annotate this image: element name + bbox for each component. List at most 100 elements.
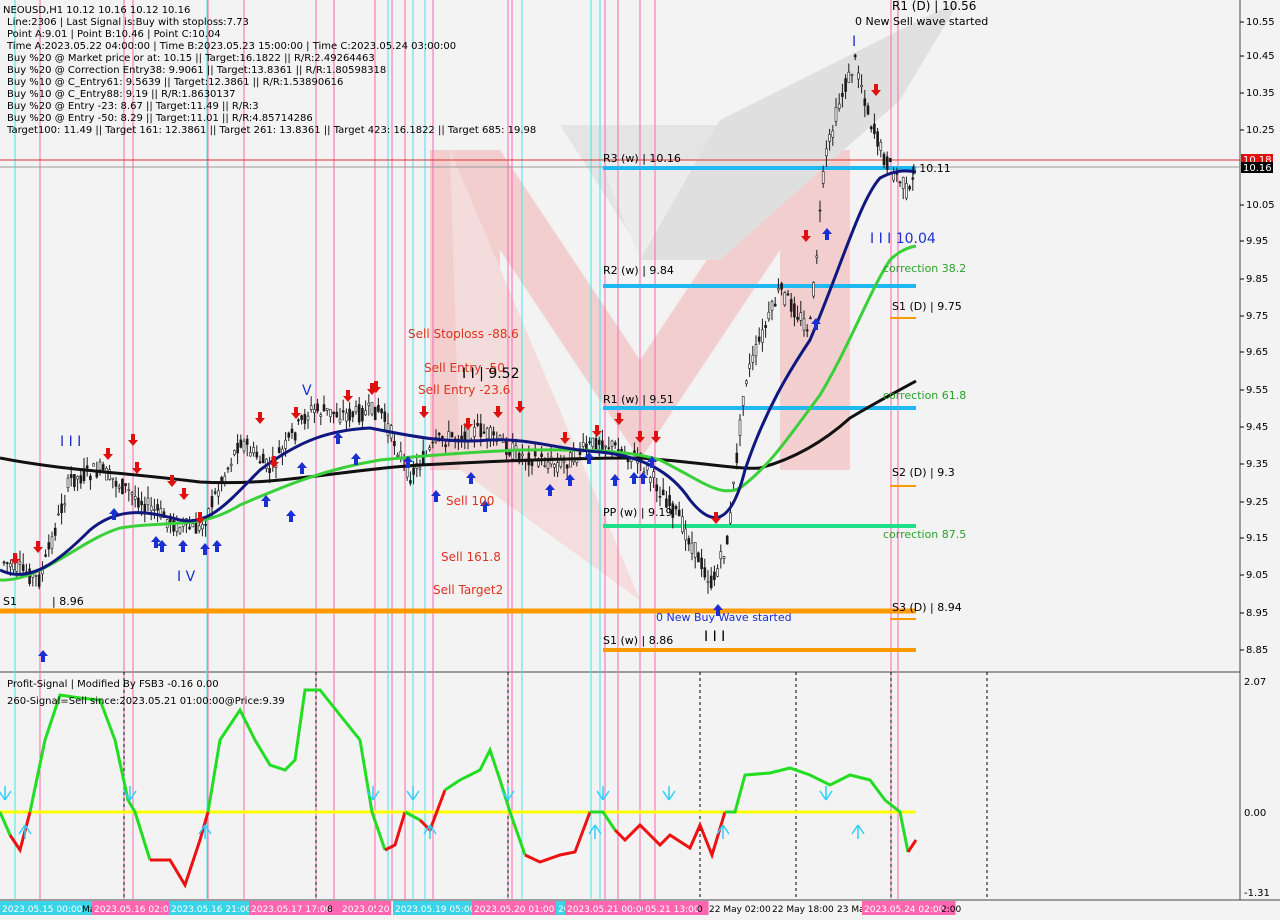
candle-body bbox=[239, 439, 243, 448]
candle-body bbox=[761, 329, 764, 343]
candle-body bbox=[652, 471, 655, 478]
candle-body bbox=[53, 527, 57, 536]
candle-body bbox=[2, 561, 6, 564]
candle-body bbox=[236, 442, 239, 454]
candle-body bbox=[649, 477, 652, 483]
candle-body bbox=[485, 428, 489, 439]
info-line: Buy %10 @ C_Entry88: 9.19 || R/R:1.86301… bbox=[7, 89, 236, 100]
time-label: 2023.05.16 21:00 bbox=[171, 905, 252, 915]
candle-body bbox=[258, 461, 262, 464]
candle-body bbox=[79, 475, 83, 484]
pp-w-label: PP (w) | 9.19 bbox=[603, 506, 673, 519]
time-label: 2023.05.24 02:00 bbox=[864, 905, 945, 915]
candle-body bbox=[658, 496, 662, 498]
candle-body bbox=[44, 554, 47, 557]
price-chart[interactable]: 0 New Sell wave started R1 (D) | 10.56 R… bbox=[0, 0, 1280, 920]
candle-body bbox=[565, 464, 569, 469]
price-label: 9.65 bbox=[1246, 347, 1268, 358]
candle-body bbox=[47, 542, 51, 550]
time-label: 2023.05.17 17:00 bbox=[251, 905, 332, 915]
candle-body bbox=[850, 73, 854, 76]
candle-body bbox=[313, 409, 316, 413]
candle-body bbox=[540, 453, 543, 458]
candle-body bbox=[361, 407, 364, 422]
candle-body bbox=[341, 410, 345, 413]
candle-body bbox=[117, 486, 121, 489]
r3-w-label: R3 (w) | 10.16 bbox=[603, 152, 681, 165]
candle-body bbox=[319, 414, 323, 417]
price-label: 9.25 bbox=[1246, 497, 1268, 508]
candle-body bbox=[34, 575, 38, 577]
candle-body bbox=[377, 405, 380, 412]
candle-body bbox=[101, 464, 105, 471]
candle-body bbox=[357, 404, 361, 423]
candle-body bbox=[245, 438, 249, 445]
candle-body bbox=[92, 463, 95, 467]
candle-body bbox=[329, 409, 332, 417]
price-label: 9.15 bbox=[1246, 533, 1268, 544]
candle-body bbox=[828, 134, 831, 142]
candle-body bbox=[137, 497, 140, 508]
s1-d-label: S1 (D) | 9.75 bbox=[892, 300, 962, 313]
current-price-tag-text: 10.16 bbox=[1243, 163, 1272, 174]
candle-body bbox=[325, 407, 329, 411]
candle-body bbox=[841, 92, 844, 97]
candle-body bbox=[581, 442, 585, 447]
candle-body bbox=[261, 453, 265, 464]
candle-body bbox=[380, 408, 383, 414]
candle-body bbox=[98, 461, 102, 471]
sell-100-label: Sell 100 bbox=[446, 494, 494, 508]
candle-body bbox=[437, 432, 441, 436]
candle-body bbox=[873, 123, 876, 135]
candle-body bbox=[412, 467, 415, 475]
candle-body bbox=[57, 513, 60, 516]
s1-left-label: S1 bbox=[3, 595, 17, 608]
candle-body bbox=[911, 177, 915, 180]
price-label: 9.45 bbox=[1246, 422, 1268, 433]
time-label: 2023.05.19 05:00 bbox=[395, 905, 476, 915]
candle-body bbox=[505, 441, 508, 455]
candle-body bbox=[863, 98, 867, 106]
candle-body bbox=[853, 54, 857, 58]
wave-1-label: I bbox=[852, 34, 856, 50]
candle-body bbox=[815, 255, 819, 259]
candle-body bbox=[284, 439, 287, 449]
info-line: Target100: 11.49 || Target 161: 12.3861 … bbox=[6, 125, 536, 136]
candle-body bbox=[143, 503, 147, 513]
time-label: 0 bbox=[697, 905, 703, 915]
candle-body bbox=[191, 523, 195, 528]
candle-body bbox=[697, 552, 700, 563]
candle-body bbox=[322, 404, 326, 412]
candle-body bbox=[905, 183, 908, 199]
time-label: 05.21 13:00 bbox=[645, 905, 700, 915]
candle-body bbox=[879, 141, 883, 151]
candle-body bbox=[293, 432, 297, 441]
correction-38-label: correction 38.2 bbox=[883, 262, 966, 275]
candle-body bbox=[748, 363, 751, 369]
candle-body bbox=[133, 496, 137, 500]
candle-body bbox=[297, 419, 300, 422]
candle-body bbox=[713, 571, 716, 581]
candle-body bbox=[818, 209, 822, 212]
candle-body bbox=[585, 443, 588, 450]
osc-axis-bottom: -1.31 bbox=[1244, 888, 1270, 899]
candle-body bbox=[802, 318, 806, 331]
s1-w-label: S1 (w) | 8.86 bbox=[603, 634, 673, 647]
info-line: Buy %20 @ Entry -23: 8.67 || Target:11.4… bbox=[7, 101, 259, 112]
candle-body bbox=[562, 460, 566, 463]
candle-body bbox=[588, 441, 591, 444]
candle-body bbox=[703, 567, 707, 578]
price-label: 10.45 bbox=[1246, 51, 1275, 62]
candle-body bbox=[421, 451, 425, 466]
candle-body bbox=[745, 380, 748, 385]
candle-body bbox=[783, 292, 787, 306]
candle-body bbox=[700, 557, 703, 570]
candle-body bbox=[226, 467, 230, 470]
candle-body bbox=[604, 445, 607, 448]
candle-body bbox=[255, 451, 259, 458]
candle-body bbox=[428, 447, 431, 450]
candle-body bbox=[444, 444, 447, 448]
chart-window[interactable]: 0 New Sell wave started R1 (D) | 10.56 R… bbox=[0, 0, 1280, 920]
candle-body bbox=[316, 403, 319, 412]
candle-body bbox=[831, 130, 835, 138]
